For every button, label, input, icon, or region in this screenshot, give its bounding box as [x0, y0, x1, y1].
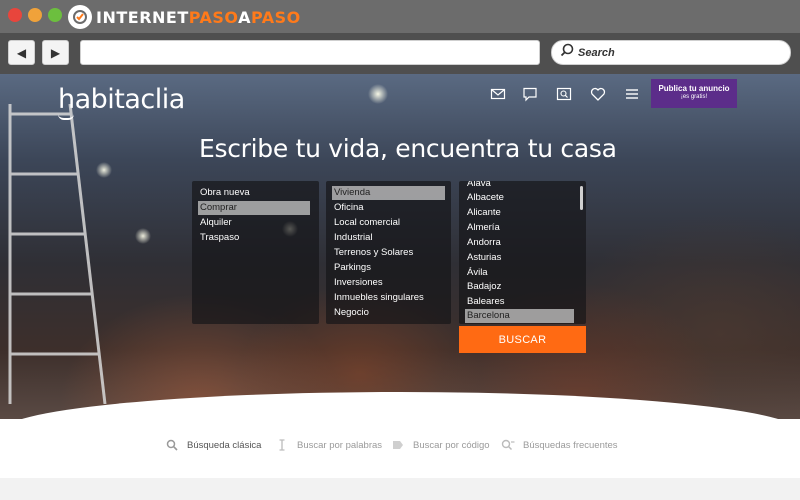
page-headline: Escribe tu vida, encuentra tu casa	[199, 134, 617, 163]
province-option[interactable]: Baleares	[465, 295, 505, 309]
province-option[interactable]: Andorra	[465, 236, 501, 250]
province-option[interactable]: Alicante	[465, 206, 501, 220]
property-type-option[interactable]: Terrenos y Solares	[332, 246, 413, 260]
province-listbox[interactable]: Álava Albacete Alicante Almería Andorra …	[459, 181, 586, 324]
search-mode-tabs: Búsqueda clásica Buscar por palabras Bus…	[0, 432, 800, 458]
operation-option[interactable]: Traspaso	[198, 231, 310, 245]
tab-classic-search[interactable]: Búsqueda clásica	[165, 439, 261, 451]
brand-logo-icon	[68, 5, 92, 29]
internetpasoapaso-logo: INTERNETPASOAPASO	[68, 3, 301, 31]
footer-band	[0, 478, 800, 500]
operation-option-selected[interactable]: Comprar	[198, 201, 310, 215]
back-button[interactable]: ◀	[8, 40, 35, 65]
browser-toolbar: ◀ ▶ Search	[0, 33, 800, 74]
magnifier-icon	[165, 439, 179, 451]
province-option[interactable]: Badajoz	[465, 280, 501, 294]
publish-ad-sublabel: ¡es gratis!	[680, 94, 708, 100]
property-type-option[interactable]: Local comercial	[332, 216, 400, 230]
maximize-window-button[interactable]	[48, 8, 62, 22]
search-button[interactable]: BUSCAR	[459, 326, 586, 353]
address-bar[interactable]	[80, 40, 540, 65]
minimize-window-button[interactable]	[28, 8, 42, 22]
heart-icon[interactable]	[590, 86, 606, 102]
operation-option[interactable]: Alquiler	[198, 216, 310, 230]
close-window-button[interactable]	[8, 8, 22, 22]
province-option[interactable]: Albacete	[465, 191, 504, 205]
publish-ad-button[interactable]: Publica tu anuncio ¡es gratis!	[651, 79, 737, 108]
operation-listbox[interactable]: Obra nueva Comprar Alquiler Traspaso	[192, 181, 319, 324]
property-type-option-selected[interactable]: Vivienda	[332, 186, 445, 200]
publish-ad-label: Publica tu anuncio	[658, 84, 730, 93]
search-placeholder: Search	[578, 46, 615, 59]
window-titlebar: INTERNETPASOAPASO	[0, 0, 800, 33]
tab-frequent-searches[interactable]: Búsquedas frecuentes	[501, 439, 618, 451]
tab-keyword-search[interactable]: Buscar por palabras	[275, 439, 382, 451]
browser-search-field[interactable]: Search	[551, 40, 791, 65]
property-type-option[interactable]: Inmuebles singulares	[332, 291, 424, 305]
chat-icon[interactable]	[522, 86, 538, 102]
history-search-icon	[501, 439, 515, 451]
property-type-listbox[interactable]: Vivienda Oficina Local comercial Industr…	[326, 181, 451, 324]
search-icon	[560, 43, 574, 62]
text-cursor-icon	[275, 439, 289, 451]
province-option[interactable]: Ávila	[465, 266, 488, 280]
folder-search-icon[interactable]	[556, 86, 572, 102]
forward-arrow-icon: ▶	[50, 45, 61, 60]
province-option[interactable]: Álava	[465, 181, 491, 191]
tag-icon	[391, 439, 405, 451]
brand-name: INTERNETPASOAPASO	[96, 7, 301, 27]
back-arrow-icon: ◀	[16, 45, 27, 60]
property-type-option[interactable]: Parkings	[332, 261, 371, 275]
forward-button[interactable]: ▶	[42, 40, 69, 65]
province-option[interactable]: Almería	[465, 221, 500, 235]
mail-icon[interactable]	[490, 86, 506, 102]
tab-label: Búsquedas frecuentes	[523, 439, 618, 451]
tab-label: Buscar por palabras	[297, 439, 383, 451]
ladder-decoration	[8, 104, 107, 404]
province-scrollbar[interactable]	[580, 186, 583, 210]
property-type-option[interactable]: Inversiones	[332, 276, 383, 290]
property-type-option[interactable]: Industrial	[332, 231, 373, 245]
operation-option[interactable]: Obra nueva	[198, 186, 310, 200]
province-option-selected[interactable]: Barcelona	[465, 309, 574, 323]
menu-icon[interactable]	[624, 86, 640, 102]
property-type-option[interactable]: Negocio	[332, 306, 369, 320]
tab-label: Búsqueda clásica	[187, 439, 262, 451]
tab-code-search[interactable]: Buscar por código	[391, 439, 490, 451]
property-type-option[interactable]: Oficina	[332, 201, 364, 215]
tab-label: Buscar por código	[413, 439, 490, 451]
habitaclia-logo[interactable]: habitaclia	[58, 84, 185, 115]
province-option[interactable]: Asturias	[465, 251, 501, 265]
